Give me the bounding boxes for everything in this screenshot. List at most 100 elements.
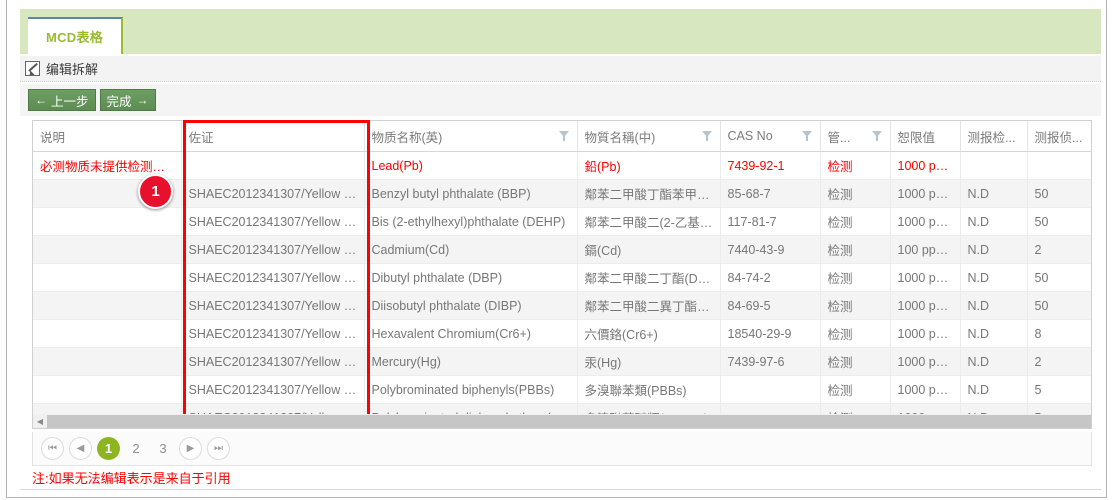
table-row[interactable]: SHAEC2012341307/Yellow … Mercury(Hg) 汞(Hg)…: [33, 347, 1091, 376]
cell-report: N.D: [960, 235, 1028, 264]
pager-next-button[interactable]: ▶: [179, 437, 202, 460]
cell-detect: 50: [1027, 179, 1091, 208]
edit-section-label: 编辑拆解: [46, 62, 99, 77]
grid-col-header-ctrl[interactable]: 管...: [820, 121, 891, 152]
cell-report: [960, 151, 1028, 180]
cell-name_cn: 多溴聯苯類(PBBs): [577, 375, 721, 404]
tab-strip: MCD表格: [20, 9, 1101, 54]
cell-evidence[interactable]: SHAEC2012341307/Yellow …: [181, 235, 365, 264]
grid-header: 说明 佐证 物质名称(英) 物質名稱(中) CAS No 管... 恕限值 测报检... 测报侦…: [33, 121, 1091, 152]
cell-name_cn: 鄰苯二甲酸二丁酯(DBP): [577, 263, 721, 292]
cell-detect: 2: [1027, 235, 1091, 264]
substance-data-grid: 说明 佐证 物质名称(英) 物質名稱(中) CAS No 管... 恕限值 测报检... 测报侦…: [32, 120, 1092, 428]
cell-desc: [33, 263, 182, 292]
pagination-bar: ⏮ ◀ 1 2 3 ▶ ⏭: [32, 432, 1092, 466]
cell-report: N.D: [960, 263, 1028, 292]
pager-first-icon: ⏮: [48, 443, 57, 454]
cell-cas: 18540-29-9: [720, 319, 821, 348]
pager-last-button[interactable]: ⏭: [207, 437, 230, 460]
cell-limit: 1000 pp…: [890, 319, 961, 348]
cell-name_en: Cadmium(Cd): [364, 235, 578, 264]
cell-report: N.D: [960, 207, 1028, 236]
previous-step-label: 上一步: [51, 94, 89, 109]
cell-evidence[interactable]: SHAEC2012341307/Yellow …: [181, 347, 365, 376]
pager-page-2[interactable]: 2: [125, 437, 147, 460]
scroll-left-icon[interactable]: ◀: [33, 415, 47, 428]
table-row[interactable]: SHAEC2012341307/Yellow … Bis (2-ethylhexy…: [33, 207, 1091, 236]
cell-evidence[interactable]: SHAEC2012341307/Yellow …: [181, 291, 365, 320]
table-row[interactable]: SHAEC2012341307/Yellow … Dibutyl phthalat…: [33, 263, 1091, 292]
cell-evidence[interactable]: SHAEC2012341307/Yellow …: [181, 263, 365, 292]
grid-col-header-desc[interactable]: 说明: [33, 121, 182, 152]
pager-first-button[interactable]: ⏮: [41, 437, 64, 460]
cell-ctrl: 检测: [820, 347, 891, 376]
filter-icon[interactable]: [701, 131, 713, 141]
cell-evidence[interactable]: SHAEC2012341307/Yellow …: [181, 319, 365, 348]
finish-button[interactable]: 完成 →: [99, 89, 156, 111]
table-row[interactable]: 必测物质未提供检测资料 Lead(Pb) 鉛(Pb) 7439-92-1 检测 1000 …: [33, 151, 1091, 180]
pager-next-icon: ▶: [186, 443, 195, 454]
cell-ctrl: 检测: [820, 319, 891, 348]
cell-cas: 117-81-7: [720, 207, 821, 236]
pager-page-1[interactable]: 1: [97, 437, 120, 460]
cell-detect: 8: [1027, 319, 1091, 348]
pager-page-3[interactable]: 3: [152, 437, 174, 460]
cell-name_cn: 六價鉻(Cr6+): [577, 319, 721, 348]
grid-col-header-name_en[interactable]: 物质名称(英): [364, 121, 578, 152]
wizard-toolbar: ← 上一步 完成 →: [20, 84, 1101, 116]
cell-name_cn: 鎘(Cd): [577, 235, 721, 264]
cell-ctrl: 检测: [820, 235, 891, 264]
app-window: MCD表格 编辑拆解 ← 上一步 完成 → 说明 佐证 物质名称(英) 物質名稱(中)…: [6, 0, 1107, 498]
filter-icon[interactable]: [558, 131, 570, 141]
cell-ctrl: 检测: [820, 207, 891, 236]
cell-cas: 7439-92-1: [720, 151, 821, 180]
grid-col-header-cas[interactable]: CAS No: [720, 121, 821, 152]
pager-prev-icon: ◀: [76, 443, 85, 454]
bottom-divider: [20, 489, 1101, 490]
edit-section-header: 编辑拆解: [20, 56, 1101, 82]
cell-name_en: Mercury(Hg): [364, 347, 578, 376]
table-row[interactable]: SHAEC2012341307/Yellow … Hexavalent Chrom…: [33, 319, 1091, 348]
cell-evidence[interactable]: SHAEC2012341307/Yellow …: [181, 375, 365, 404]
tab-label: MCD表格: [45, 30, 104, 45]
cell-evidence[interactable]: SHAEC2012341307/Yellow …: [181, 207, 365, 236]
table-row[interactable]: SHAEC2012341307/Yellow … Polybrominated b…: [33, 375, 1091, 404]
previous-step-button[interactable]: ← 上一步: [28, 89, 96, 111]
cell-name_en: Diisobutyl phthalate (DIBP): [364, 291, 578, 320]
footer-note: 注:如果无法编辑表示是来自于引用: [32, 471, 231, 486]
grid-col-header-limit[interactable]: 恕限值: [890, 121, 961, 152]
horizontal-scrollbar[interactable]: ◀: [32, 414, 1092, 429]
grid-col-header-label: 佐证: [188, 130, 214, 145]
filter-icon[interactable]: [871, 131, 883, 141]
cell-cas: 84-74-2: [720, 263, 821, 292]
grid-col-header-report[interactable]: 测报检...: [960, 121, 1028, 152]
grid-col-header-label: CAS No: [727, 129, 773, 143]
cell-detect: 50: [1027, 263, 1091, 292]
cell-desc: [33, 347, 182, 376]
table-row[interactable]: SHAEC2012341307/Yellow … Cadmium(Cd) 鎘(Cd)…: [33, 235, 1091, 264]
grid-col-header-name_cn[interactable]: 物質名稱(中): [577, 121, 721, 152]
cell-evidence[interactable]: SHAEC2012341307/Yellow …: [181, 179, 365, 208]
cell-report: N.D: [960, 319, 1028, 348]
cell-desc: [33, 235, 182, 264]
cell-name_cn: 汞(Hg): [577, 347, 721, 376]
cell-limit: 1000 pp…: [890, 347, 961, 376]
grid-col-header-evidence[interactable]: 佐证: [181, 121, 365, 152]
table-row[interactable]: SHAEC2012341307/Yellow … Diisobutyl phtha…: [33, 291, 1091, 320]
grid-col-header-label: 物質名稱(中): [584, 130, 656, 145]
cell-ctrl: 检测: [820, 151, 891, 180]
cell-report: N.D: [960, 179, 1028, 208]
cell-limit: 1000 pp…: [890, 179, 961, 208]
filter-icon[interactable]: [801, 131, 813, 141]
grid-col-header-label: 物质名称(英): [371, 130, 443, 145]
grid-col-header-detect[interactable]: 测报侦...: [1027, 121, 1091, 152]
cell-limit: 100 pp…: [890, 235, 961, 264]
scrollbar-thumb[interactable]: [47, 414, 1091, 428]
cell-limit: 1000 pp…: [890, 207, 961, 236]
cell-detect: 50: [1027, 207, 1091, 236]
grid-col-header-label: 恕限值: [897, 130, 936, 145]
tab-mcd-table[interactable]: MCD表格: [28, 17, 123, 54]
cell-name_en: Hexavalent Chromium(Cr6+): [364, 319, 578, 348]
table-row[interactable]: SHAEC2012341307/Yellow … Benzyl butyl pht…: [33, 179, 1091, 208]
pager-prev-button[interactable]: ◀: [69, 437, 92, 460]
